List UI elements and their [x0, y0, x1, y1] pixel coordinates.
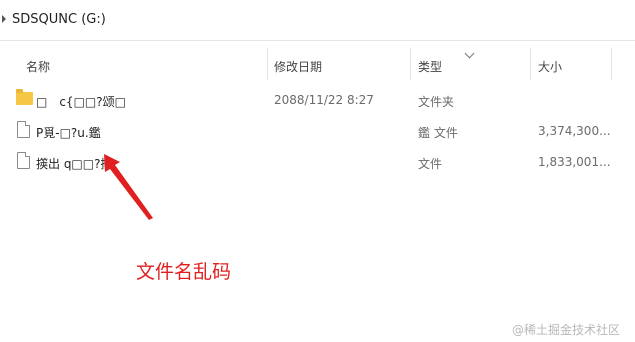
- file-type: 鑑 文件: [418, 126, 458, 140]
- file-name: P覓-□?u.鑑: [36, 126, 101, 140]
- column-divider[interactable]: [530, 48, 531, 80]
- file-type: 文件夹: [418, 95, 455, 109]
- location-label: SDSQUNC (G:): [12, 12, 106, 27]
- column-header-name[interactable]: 名称: [26, 58, 50, 75]
- file-icon: [17, 121, 30, 138]
- file-name: □ c{□□?颂□: [36, 95, 126, 109]
- column-header-modified[interactable]: 修改日期: [274, 58, 322, 75]
- file-icon: [17, 152, 30, 169]
- file-type: 文件: [418, 157, 443, 171]
- column-header-type[interactable]: 类型: [418, 58, 442, 75]
- annotation-arrow-icon: [104, 154, 153, 220]
- annotation-label: 文件名乱码: [136, 261, 232, 283]
- column-divider[interactable]: [267, 48, 268, 80]
- chevron-right-icon[interactable]: [2, 15, 6, 23]
- address-bar[interactable]: SDSQUNC (G:): [0, 0, 635, 41]
- column-divider[interactable]: [410, 48, 411, 80]
- file-row[interactable]: P覓-□?u.鑑 鑑 文件 3,374,300...: [0, 117, 635, 147]
- file-size: 3,374,300...: [538, 124, 611, 138]
- file-row-folder[interactable]: □ c{□□?颂□ 2088/11/22 8:27 文件夹: [0, 86, 635, 116]
- column-header-size[interactable]: 大小: [538, 58, 562, 75]
- folder-icon: [16, 89, 33, 105]
- column-header-row: 名称 修改日期 类型 大小: [0, 48, 635, 82]
- watermark: @稀土掘金技术社区: [512, 323, 621, 337]
- column-divider[interactable]: [611, 48, 612, 80]
- file-modified: 2088/11/22 8:27: [274, 93, 374, 107]
- file-size: 1,833,001...: [538, 155, 611, 169]
